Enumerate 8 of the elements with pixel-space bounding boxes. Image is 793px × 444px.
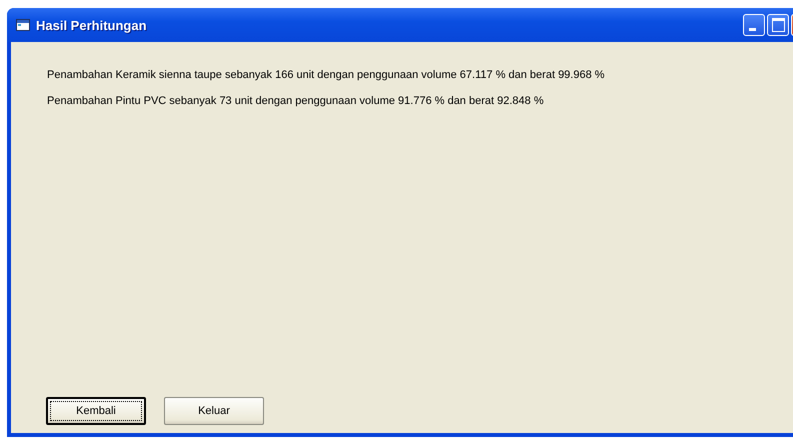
result-text: Penambahan Pintu PVC sebanyak 73 unit dengan penggunaan volume 91.776 % dan berat 92.848 % [47, 95, 545, 107]
minimize-button[interactable] [743, 14, 765, 36]
result-text: Penambahan Keramik sienna taupe sebanyak 166 unit dengan penggunaan volume 67.117 % dan berat 99.968 % [47, 69, 606, 81]
back-button[interactable]: Kembali [46, 397, 146, 425]
window-icon [16, 19, 30, 31]
window-title: Hasil Perhitungan [36, 18, 147, 32]
maximize-button[interactable] [767, 14, 789, 36]
exit-button[interactable]: Keluar [164, 397, 264, 425]
